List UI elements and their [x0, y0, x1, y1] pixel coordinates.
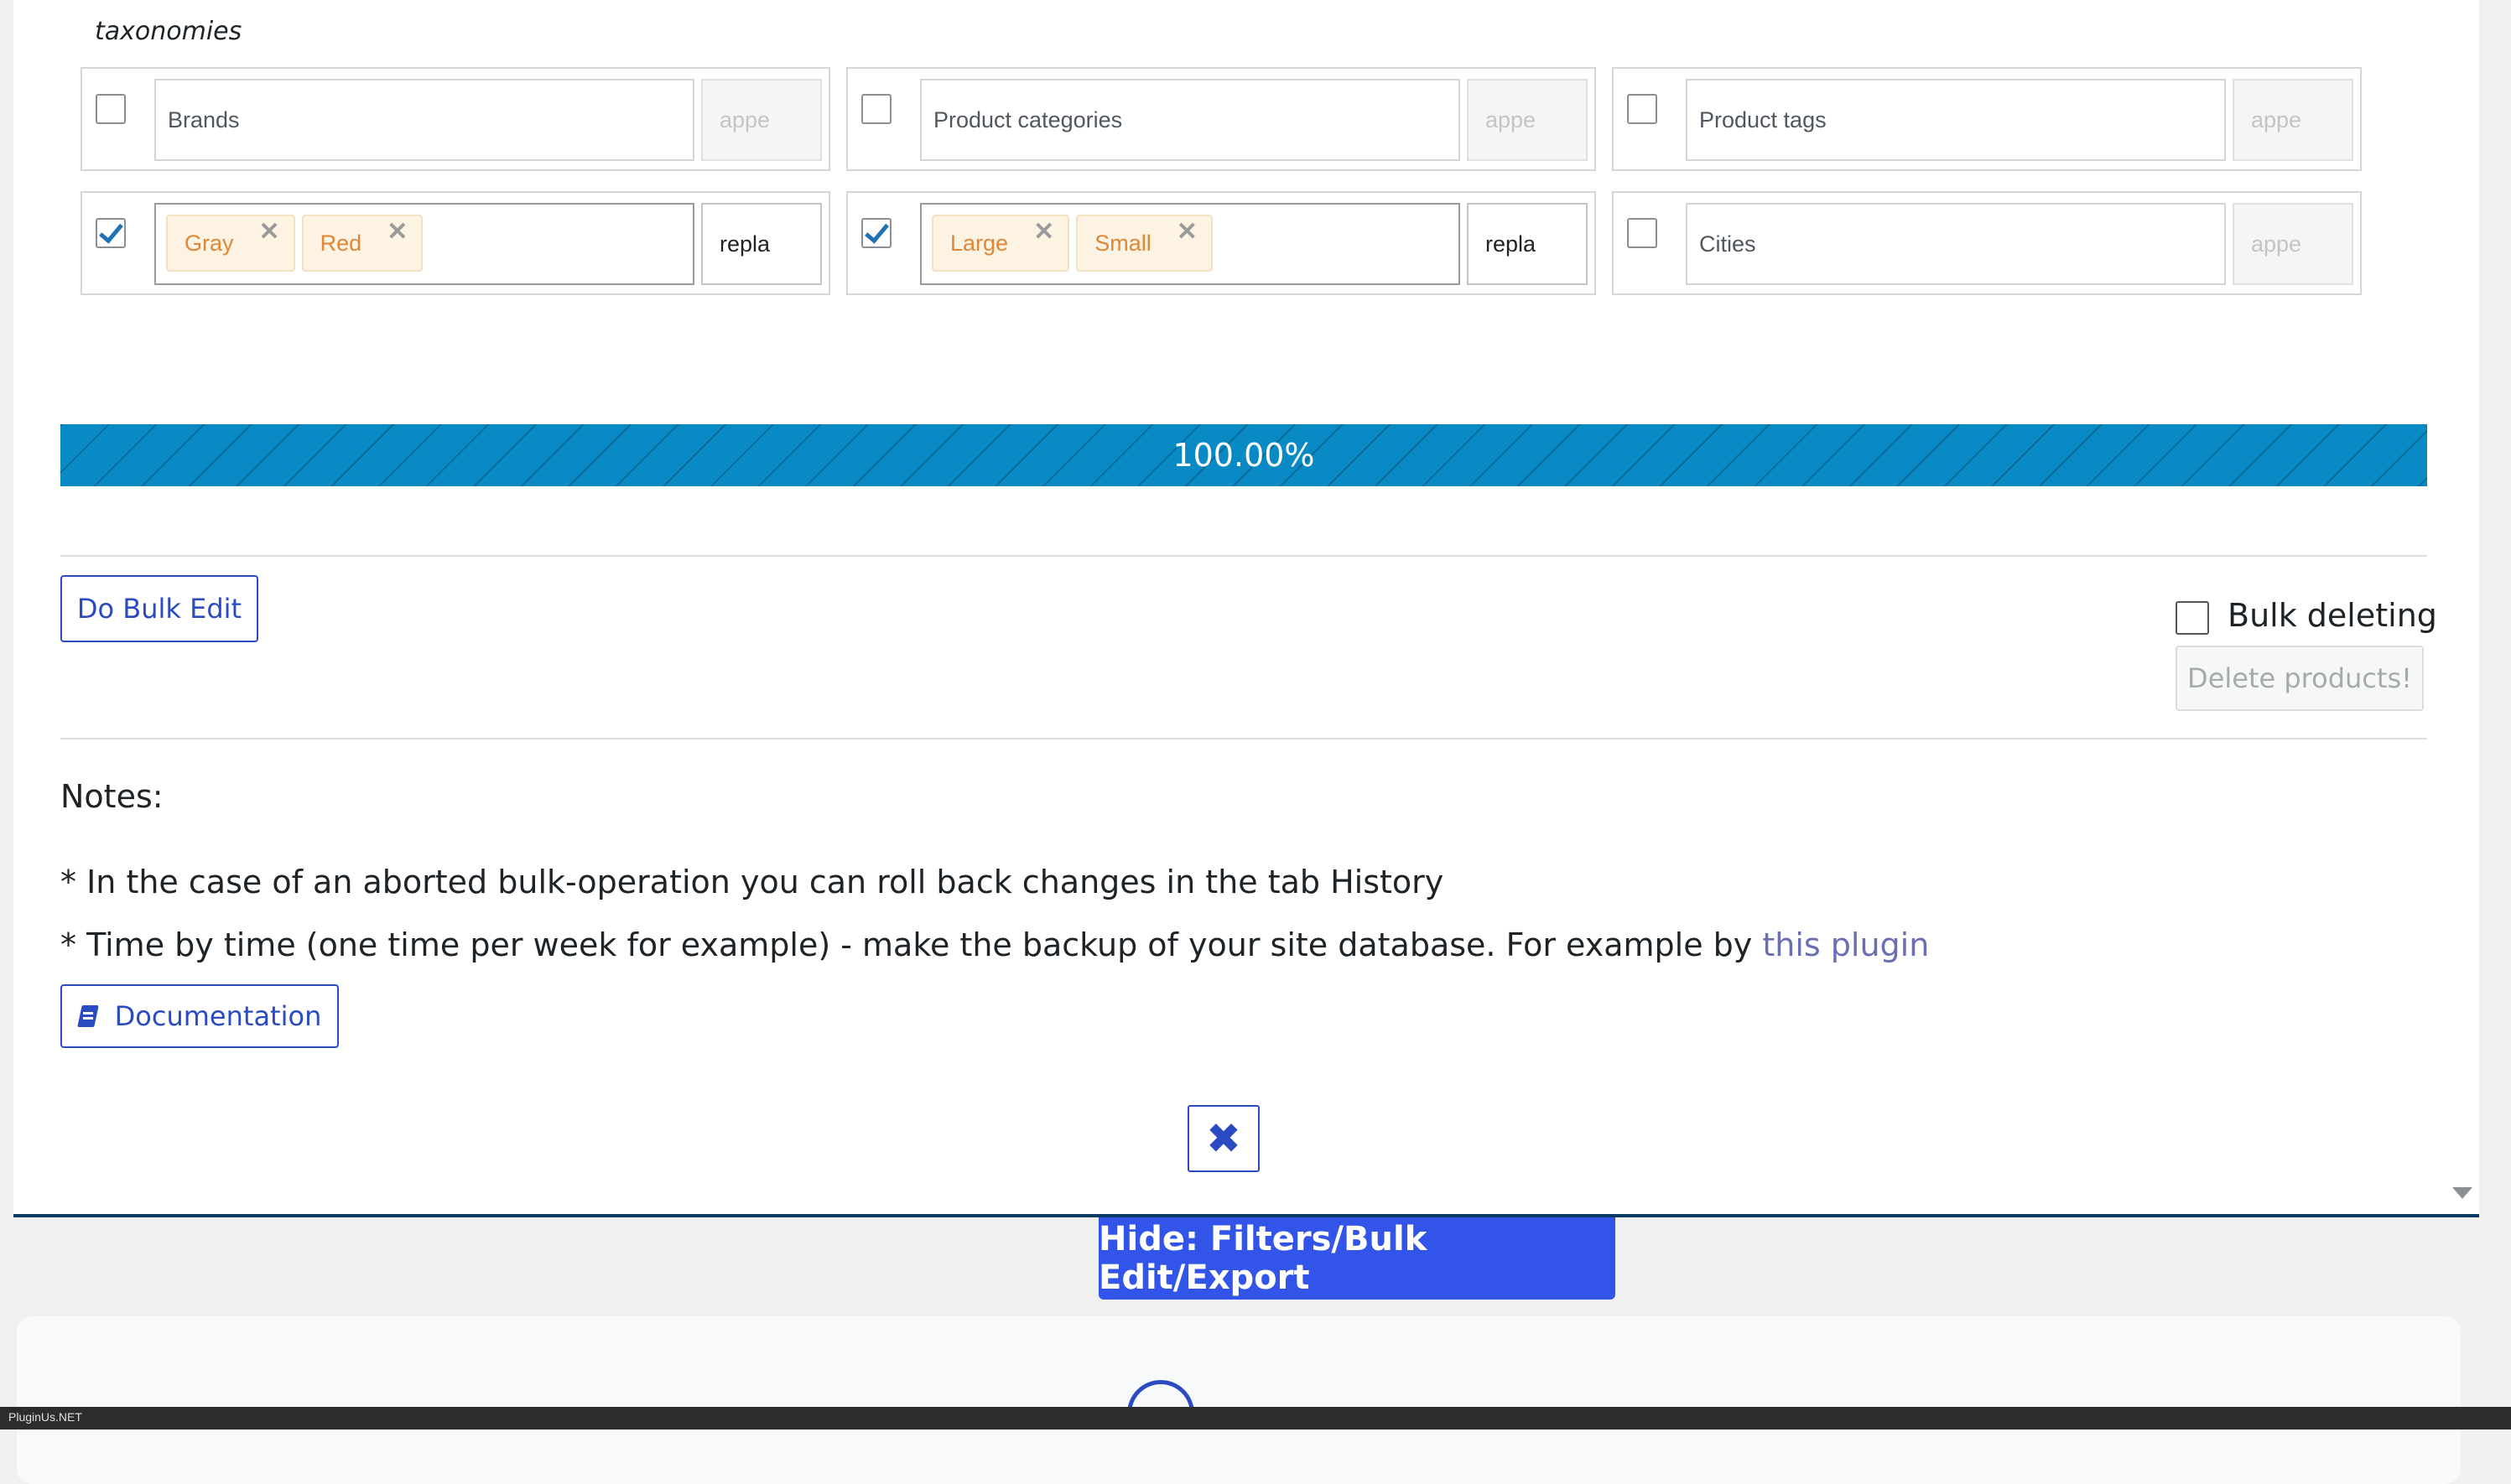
this-plugin-link[interactable]: this plugin [1762, 926, 1929, 963]
brands-checkbox[interactable] [96, 94, 126, 124]
notes-title: Notes: [60, 778, 164, 815]
hide-filters-button[interactable]: Hide: Filters/Bulk Edit/Export [1099, 1217, 1615, 1300]
documentation-button[interactable]: Documentation [60, 984, 339, 1048]
cities-checkbox[interactable] [1627, 218, 1657, 248]
color-checkbox[interactable] [96, 218, 126, 248]
product-categories-mode-select[interactable]: appe [1467, 79, 1588, 161]
lower-panel [17, 1316, 2461, 1484]
bulk-deleting-checkbox[interactable] [2176, 601, 2209, 635]
size-tags-input[interactable]: Large ✕ Small ✕ [920, 203, 1460, 285]
size-checkbox[interactable] [861, 218, 892, 248]
product-categories-input[interactable]: Product categories [920, 79, 1460, 161]
remove-tag-icon[interactable]: ✕ [259, 217, 280, 246]
product-tags-checkbox[interactable] [1627, 94, 1657, 124]
size-mode-select[interactable]: repla [1467, 203, 1588, 285]
remove-tag-icon[interactable]: ✕ [1033, 217, 1054, 246]
remove-tag-icon[interactable]: ✕ [387, 217, 408, 246]
close-panel-button[interactable]: ✖ [1188, 1105, 1260, 1172]
divider [60, 555, 2427, 557]
cities-mode-select[interactable]: appe [2233, 203, 2353, 285]
note-backup: * Time by time (one time per week for ex… [60, 926, 1930, 963]
close-icon: ✖ [1206, 1114, 1241, 1163]
footer-bar: PluginUs.NET [0, 1407, 2511, 1430]
tag-small: Small ✕ [1076, 215, 1213, 272]
cities-input[interactable]: Cities [1686, 203, 2226, 285]
delete-products-button[interactable]: Delete products! [2176, 646, 2424, 711]
taxonomy-product-categories-box: Product categories appe [846, 67, 1596, 171]
do-bulk-edit-button[interactable]: Do Bulk Edit [60, 575, 258, 642]
progress-bar: 100.00% [60, 424, 2427, 486]
color-mode-select[interactable]: repla [701, 203, 822, 285]
product-categories-checkbox[interactable] [861, 94, 892, 124]
footer-text: PluginUs.NET [8, 1410, 82, 1424]
taxonomy-cities-box: Cities appe [1612, 191, 2362, 295]
brands-input[interactable]: Brands [154, 79, 694, 161]
note-rollback: * In the case of an aborted bulk-operati… [60, 864, 1444, 900]
tag-red: Red ✕ [301, 215, 424, 272]
taxonomy-product-tags-box: Product tags appe [1612, 67, 2362, 171]
bulk-edit-panel: taxonomies Brands appe Product categorie… [13, 0, 2479, 1217]
product-tags-mode-select[interactable]: appe [2233, 79, 2353, 161]
divider [60, 738, 2427, 739]
product-tags-input[interactable]: Product tags [1686, 79, 2226, 161]
color-tags-input[interactable]: Gray ✕ Red ✕ [154, 203, 694, 285]
taxonomy-size-box: Large ✕ Small ✕ repla [846, 191, 1596, 295]
tag-gray: Gray ✕ [166, 215, 295, 272]
brands-mode-select[interactable]: appe [701, 79, 822, 161]
progress-label: 100.00% [1172, 437, 1315, 474]
tag-large: Large ✕ [932, 215, 1070, 272]
taxonomy-color-box: Gray ✕ Red ✕ repla [81, 191, 830, 295]
book-icon [78, 1005, 96, 1027]
bulk-deleting-label: Bulk deleting [2228, 597, 2437, 634]
taxonomy-brands-box: Brands appe [81, 67, 830, 171]
scroll-down-arrow-icon[interactable] [2452, 1187, 2472, 1199]
taxonomies-title: taxonomies [95, 17, 242, 46]
remove-tag-icon[interactable]: ✕ [1177, 217, 1198, 246]
